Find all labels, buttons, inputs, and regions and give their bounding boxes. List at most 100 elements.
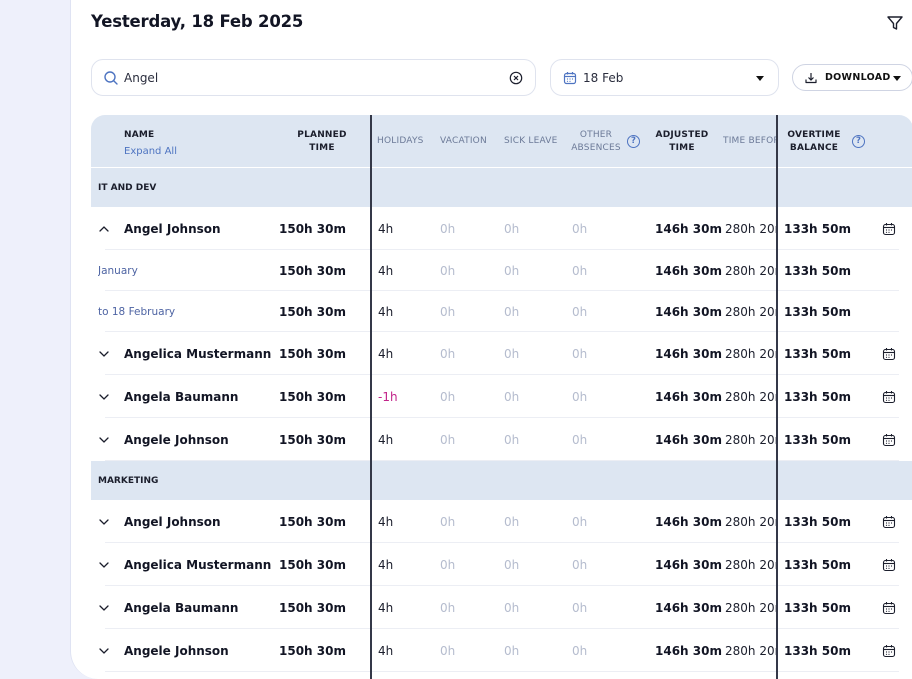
person-name: Angel Johnson [124,514,221,529]
calendar-icon[interactable] [882,558,896,572]
col-vacation[interactable]: VACATION [440,135,487,148]
group-label: IT AND DEV [98,183,157,193]
search-icon [104,71,118,85]
search-input[interactable] [124,68,494,88]
group-row: MARKETING [91,461,912,500]
table-row[interactable]: Angel Johnson 150h 30m 4h 0h 0h 0h 146h 30m 280… [91,500,912,543]
adjusted-time: 146h 30m [655,514,722,529]
holidays-value: 4h [378,432,394,447]
chevron-down-icon[interactable] [98,602,110,614]
time-before: 280h 20m [725,600,776,615]
holidays-value: 4h [378,263,394,278]
table-row[interactable]: Angel Johnson 150h 30m 4h 0h 0h 0h 146h 30m 280… [91,207,912,250]
column-divider [370,115,372,679]
holidays-value: 4h [378,557,394,572]
sick-leave-value: 0h [504,514,520,529]
other-absences-value: 0h [572,514,588,529]
calendar-icon[interactable] [882,644,896,658]
download-button[interactable]: DOWNLOAD [792,64,912,91]
vacation-value: 0h [440,600,456,615]
col-holidays[interactable]: HOLIDAYS [377,135,424,148]
table-row[interactable]: Angele Johnson 150h 30m 4h 0h 0h 0h 146h 30m 28… [91,418,912,461]
chevron-down-icon [756,76,764,81]
overtime-balance: 133h 50m [784,432,851,447]
col-other-absences[interactable]: OTHER ABSENCES [569,129,623,155]
person-name: Angele Johnson [124,432,229,447]
page-title: Yesterday, 18 Feb 2025 [91,12,304,31]
holidays-value: 4h [378,346,394,361]
table-row[interactable]: Angelica Mustermann 150h 30m 4h 0h 0h 0h 146h … [91,332,912,375]
vacation-value: 0h [440,263,456,278]
chevron-down-icon[interactable] [98,559,110,571]
vacation-value: 0h [440,389,456,404]
time-table: NAME Expand All PLANNED TIME HOLIDAYS VA… [91,115,912,679]
group-label: MARKETING [98,476,159,486]
date-select[interactable]: 18 Feb [550,59,779,96]
chevron-down-icon [893,76,901,81]
col-overtime-balance[interactable]: OVERTIME BALANCE [785,129,843,155]
overtime-balance: 133h 50m [784,514,851,529]
calendar-icon[interactable] [882,390,896,404]
other-absences-value: 0h [572,221,588,236]
holidays-value: 4h [378,221,394,236]
chevron-down-icon[interactable] [98,348,110,360]
adjusted-time: 146h 30m [655,643,722,658]
time-before: 280h 20m [725,221,776,236]
col-adjusted-time[interactable]: ADJUSTED TIME [653,129,711,155]
overtime-balance: 133h 50m [784,557,851,572]
vacation-value: 0h [440,432,456,447]
table-row[interactable]: Angelica Mustermann 150h 30m 4h 0h 0h 0h 146h … [91,543,912,586]
person-name: Angele Johnson [124,643,229,658]
help-icon[interactable]: ? [852,135,865,148]
period-label: to 18 February [98,305,176,318]
chevron-down-icon[interactable] [98,434,110,446]
filter-icon[interactable] [885,13,905,33]
time-before: 280h 20m [725,346,776,361]
col-other-line2: ABSENCES [571,143,621,153]
calendar-icon[interactable] [882,601,896,615]
time-before: 280h 20m [725,514,776,529]
sub-row[interactable]: to 18 February 150h 30m 4h 0h 0h 0h 146h 30m 28… [91,291,912,332]
sick-leave-value: 0h [504,600,520,615]
sick-leave-value: 0h [504,304,520,319]
download-icon [805,73,817,84]
other-absences-value: 0h [572,346,588,361]
table-row[interactable]: Angele Johnson 150h 30m 4h 0h 0h 0h 146h 30m 28… [91,629,912,672]
table-row[interactable]: Angela Baumann 150h 30m -1h 0h 0h 0h 146h 30m 2… [91,375,912,418]
col-time-before[interactable]: TIME BEFOR [723,135,777,148]
sub-row[interactable]: January 150h 30m 4h 0h 0h 0h 146h 30m280h 20m 1… [91,250,912,291]
planned-time: 150h 30m [279,643,346,658]
person-name: Angelica Mustermann [124,557,272,572]
col-sick-leave[interactable]: SICK LEAVE [504,135,558,148]
calendar-icon[interactable] [882,433,896,447]
calendar-icon[interactable] [882,222,896,236]
planned-time: 150h 30m [279,221,346,236]
chevron-up-icon[interactable] [98,223,110,235]
person-name: Angela Baumann [124,389,239,404]
table-row[interactable]: Angela Baumann 150h 30m 4h 0h 0h 0h 146h 30m 28… [91,586,912,629]
time-before: 280h 20m [725,432,776,447]
col-name[interactable]: NAME [124,129,154,142]
col-overtime-line1: OVERTIME [787,130,841,140]
calendar-icon[interactable] [882,515,896,529]
holidays-value: 4h [378,600,394,615]
left-panel [0,0,72,679]
overtime-balance: 133h 50m [784,263,851,278]
expand-all-link[interactable]: Expand All [124,146,177,157]
chevron-down-icon[interactable] [98,391,110,403]
calendar-icon[interactable] [882,347,896,361]
planned-time: 150h 30m [279,389,346,404]
clear-icon[interactable] [509,71,523,85]
person-name: Angelica Mustermann [124,346,272,361]
chevron-down-icon[interactable] [98,645,110,657]
planned-time: 150h 30m [279,514,346,529]
other-absences-value: 0h [572,432,588,447]
sick-leave-value: 0h [504,432,520,447]
col-adjusted-line1: ADJUSTED [655,130,709,140]
column-divider [776,115,778,679]
time-before: 280h 20m [725,263,776,278]
help-icon[interactable]: ? [627,135,640,148]
col-planned-time[interactable]: PLANNED TIME [291,129,353,155]
chevron-down-icon[interactable] [98,516,110,528]
other-absences-value: 0h [572,263,588,278]
